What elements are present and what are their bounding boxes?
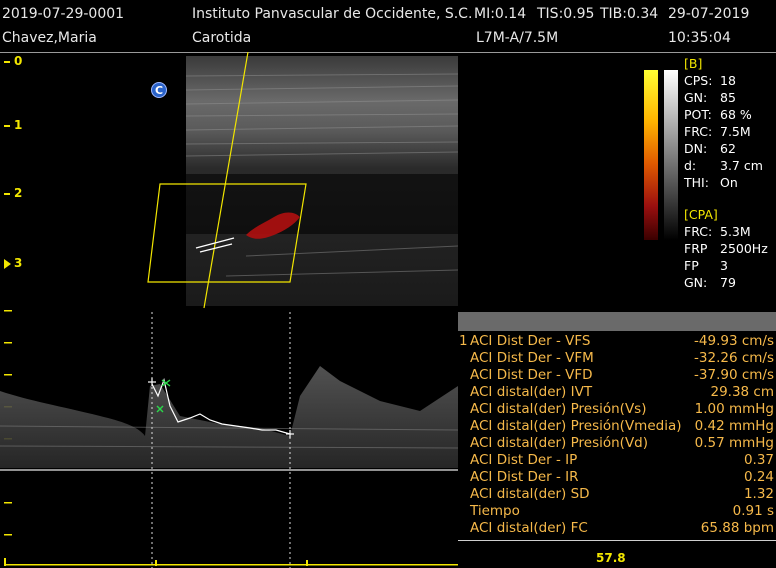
- measurement-row: 1 ACI Dist Der - VFS -49.93 cm/s: [459, 333, 774, 349]
- bmode-param-value: 68 %: [720, 107, 752, 122]
- measurement-index: 1: [459, 333, 468, 349]
- depth-3-focus: 3: [4, 256, 22, 270]
- header-divider: [0, 52, 776, 53]
- bmode-param-value: 7.5M: [720, 124, 751, 139]
- measurement-row: ACI distal(der) IVT 29.38 cm: [470, 384, 774, 400]
- bmode-param-value: 62: [720, 141, 736, 156]
- cpa-param-value: 5.3M: [720, 224, 751, 239]
- cpa-params-title: [CPA]: [684, 207, 718, 222]
- cpa-param: GN:: [684, 275, 708, 290]
- measurement-row: Tiempo 0.91 s: [470, 503, 774, 519]
- cpa-param: FRC:: [684, 224, 713, 239]
- annotation-c-marker: C: [151, 82, 167, 98]
- depth-1: 1: [4, 118, 22, 132]
- scale-readout: 57.8: [596, 551, 626, 565]
- bmode-param: CPS:: [684, 73, 713, 88]
- patient-name: Chavez,Maria: [2, 30, 97, 46]
- measurement-row: ACI distal(der) Presión(Vmedia) 0.42 mmHg: [470, 418, 774, 434]
- depth-0: 0: [4, 54, 22, 68]
- bmode-param-value: 18: [720, 73, 736, 88]
- exam-time: 10:35:04: [668, 30, 731, 46]
- measurement-row: ACI distal(der) Presión(Vd) 0.57 mmHg: [470, 435, 774, 451]
- tis-value: TIS:0.95: [537, 6, 595, 22]
- study-id: 2019-07-29-0001: [2, 6, 125, 22]
- doppler-spectrum[interactable]: [0, 306, 458, 568]
- cpa-param-value: 2500Hz: [720, 241, 768, 256]
- bmode-param: FRC:: [684, 124, 713, 139]
- color-map-bars: [644, 70, 678, 240]
- measurement-row: ACI distal(der) Presión(Vs) 1.00 mmHg: [470, 401, 774, 417]
- bmode-param-value: On: [720, 175, 738, 190]
- cpa-param-value: 3: [720, 258, 728, 273]
- bmode-param-value: 85: [720, 90, 736, 105]
- measurement-row: ACI distal(der) SD 1.32: [470, 486, 774, 502]
- measurement-divider: [458, 540, 776, 541]
- bmode-params-title: [B]: [684, 56, 703, 71]
- measurement-row: ACI distal(der) FC 65.88 bpm: [470, 520, 774, 536]
- measurement-row: ACI Dist Der - VFM -32.26 cm/s: [470, 350, 774, 366]
- measurement-header-bar: [458, 312, 776, 331]
- bmode-param: GN:: [684, 90, 708, 105]
- measurement-row: ACI Dist Der - IP 0.37: [470, 452, 774, 468]
- exam-type: Carotida: [192, 30, 252, 46]
- doppler-sample-box[interactable]: [140, 52, 320, 314]
- bmode-param: THI:: [684, 175, 709, 190]
- probe-name: L7M-A/7.5M: [476, 30, 559, 46]
- cpa-param: FP: [684, 258, 699, 273]
- bmode-param: DN:: [684, 141, 708, 156]
- tib-value: TIB:0.34: [600, 6, 659, 22]
- depth-2: 2: [4, 186, 22, 200]
- bmode-param-value: 3.7 cm: [720, 158, 763, 173]
- cpa-param-value: 79: [720, 275, 736, 290]
- measurement-row: ACI Dist Der - IR 0.24: [470, 469, 774, 485]
- measurement-row: ACI Dist Der - VFD -37.90 cm/s: [470, 367, 774, 383]
- institution-name: Instituto Panvascular de Occidente, S.C.: [192, 6, 473, 22]
- cpa-param: FRP: [684, 241, 708, 256]
- exam-date: 29-07-2019: [668, 6, 750, 22]
- mi-value: MI:0.14: [474, 6, 527, 22]
- bmode-param: POT:: [684, 107, 712, 122]
- bmode-param: d:: [684, 158, 697, 173]
